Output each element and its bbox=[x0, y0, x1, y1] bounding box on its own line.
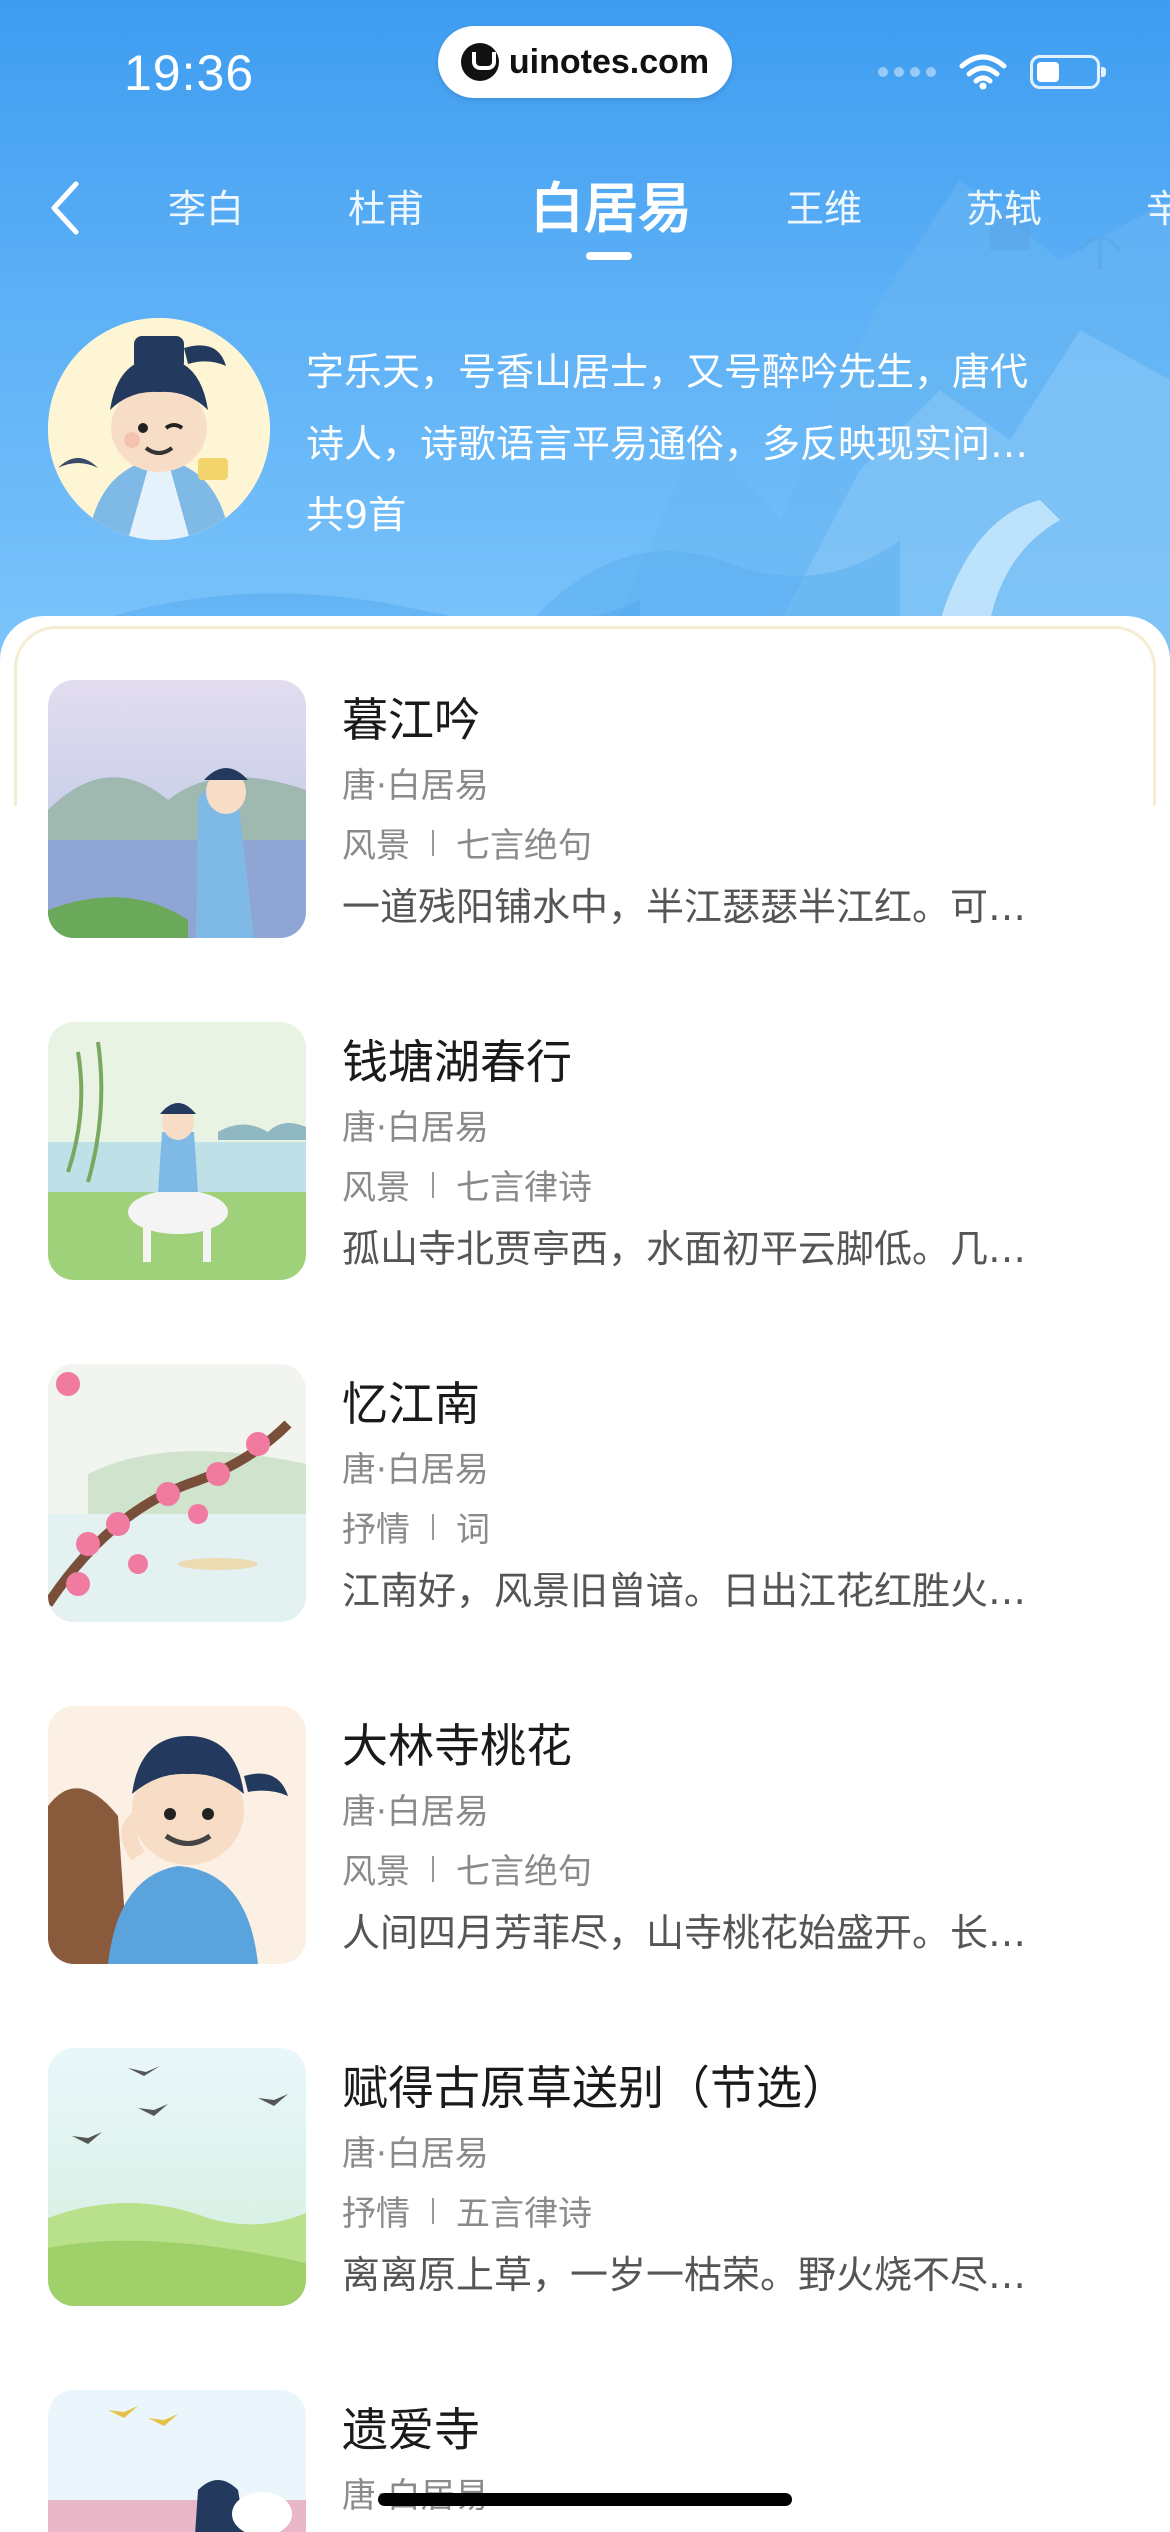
tab-li-bai[interactable]: 李白 bbox=[168, 178, 244, 233]
signal-icon bbox=[878, 67, 936, 77]
url-text: uinotes.com bbox=[508, 42, 710, 81]
poet-avatar bbox=[48, 318, 270, 540]
poem-thumbnail bbox=[48, 1364, 306, 1622]
poem-tags: 风景 七言绝句 bbox=[342, 1844, 592, 1893]
poem-author: 唐·白居易 bbox=[342, 1792, 489, 1832]
tab-xin[interactable]: 辛 bbox=[1146, 178, 1170, 233]
intro-line: 字乐天，号香山居士，又号醉吟先生，唐代 bbox=[306, 350, 1029, 394]
poem-excerpt: 一道残阳铺水中，半江瑟瑟半江红。可… bbox=[342, 885, 1027, 929]
poet-tabs: 李白 杜甫 白居易 王维 苏轼 辛 bbox=[0, 168, 1170, 268]
poem-author: 唐·白居易 bbox=[342, 1108, 489, 1148]
home-indicator bbox=[378, 2493, 792, 2506]
poem-theme: 抒情 bbox=[342, 1510, 410, 1550]
poem-form: 七言绝句 bbox=[456, 1852, 592, 1892]
poem-excerpt: 孤山寺北贾亭西，水面初平云脚低。几… bbox=[342, 1227, 1027, 1271]
poem-author: 唐·白居易 bbox=[342, 1450, 489, 1490]
poet-intro: 字乐天，号香山居士，又号醉吟先生，唐代 诗人，诗歌语言平易通俗，多反映现实问… bbox=[306, 336, 1106, 480]
active-tab-indicator bbox=[586, 252, 632, 260]
status-icons bbox=[878, 54, 1106, 90]
poem-title: 大林寺桃花 bbox=[342, 1719, 572, 1773]
poem-theme: 风景 bbox=[342, 1852, 410, 1892]
tab-wang-wei[interactable]: 王维 bbox=[786, 178, 862, 233]
poem-form: 七言律诗 bbox=[456, 1168, 592, 1208]
poem-excerpt: 人间四月芳菲尽，山寺桃花始盛开。长… bbox=[342, 1911, 1027, 1955]
poem-title: 钱塘湖春行 bbox=[342, 1035, 572, 1089]
poem-item[interactable]: 忆江南 唐·白居易 抒情 词 江南好，风景旧曾谙。日出江花红胜火… bbox=[48, 1364, 1128, 1624]
poem-author: 唐·白居易 bbox=[342, 2134, 489, 2174]
poem-theme: 风景 bbox=[342, 826, 410, 866]
poem-theme: 抒情 bbox=[342, 2194, 410, 2234]
tab-su-shi[interactable]: 苏轼 bbox=[966, 178, 1042, 233]
poem-form: 五言律诗 bbox=[456, 2194, 592, 2234]
poem-form: 七言绝句 bbox=[456, 826, 592, 866]
divider bbox=[432, 1171, 434, 1198]
battery-icon bbox=[1030, 55, 1106, 89]
poem-item[interactable]: 钱塘湖春行 唐·白居易 风景 七言律诗 孤山寺北贾亭西，水面初平云脚低。几… bbox=[48, 1022, 1128, 1282]
poem-title: 暮江吟 bbox=[342, 693, 480, 747]
poem-item[interactable]: 遗爱寺 唐·白居易 bbox=[48, 2390, 1128, 2532]
poem-tags: 风景 七言律诗 bbox=[342, 1160, 592, 1209]
poem-form: 词 bbox=[456, 1510, 490, 1550]
divider bbox=[432, 1855, 434, 1882]
intro-line: 诗人，诗歌语言平易通俗，多反映现实问… bbox=[306, 422, 1029, 466]
poem-title: 赋得古原草送别（节选） bbox=[342, 2061, 848, 2115]
divider bbox=[432, 1513, 434, 1540]
divider bbox=[432, 829, 434, 856]
poem-item[interactable]: 大林寺桃花 唐·白居易 风景 七言绝句 人间四月芳菲尽，山寺桃花始盛开。长… bbox=[48, 1706, 1128, 1966]
poem-tags: 抒情 五言律诗 bbox=[342, 2186, 592, 2235]
divider bbox=[432, 2197, 434, 2224]
poem-item[interactable]: 赋得古原草送别（节选） 唐·白居易 抒情 五言律诗 离离原上草，一岁一枯荣。野火… bbox=[48, 2048, 1128, 2308]
poem-theme: 风景 bbox=[342, 1168, 410, 1208]
poem-title: 忆江南 bbox=[342, 1377, 480, 1431]
poem-tags: 抒情 词 bbox=[342, 1502, 490, 1551]
poet-header: 19:36 uinotes.com 李白 杜甫 白居易 王维 苏轼 辛 字乐天，… bbox=[0, 0, 1170, 660]
tab-du-fu[interactable]: 杜甫 bbox=[348, 178, 424, 233]
poem-tags: 风景 七言绝句 bbox=[342, 818, 592, 867]
wifi-icon bbox=[959, 54, 1007, 90]
poem-item[interactable]: 暮江吟 唐·白居易 风景 七言绝句 一道残阳铺水中，半江瑟瑟半江红。可… bbox=[48, 680, 1128, 940]
poem-title: 遗爱寺 bbox=[342, 2403, 480, 2457]
tab-bai-juyi[interactable]: 白居易 bbox=[530, 164, 692, 243]
poem-thumbnail bbox=[48, 1022, 306, 1280]
poem-excerpt: 离离原上草，一岁一枯荣。野火烧不尽… bbox=[342, 2253, 1027, 2297]
status-time: 19:36 bbox=[124, 45, 255, 101]
poem-thumbnail bbox=[48, 680, 306, 938]
url-badge: uinotes.com bbox=[438, 26, 732, 98]
uinotes-logo-icon bbox=[460, 43, 499, 81]
poem-excerpt: 江南好，风景旧曾谙。日出江花红胜火… bbox=[342, 1569, 1027, 1613]
poem-thumbnail bbox=[48, 2048, 306, 2306]
poem-thumbnail bbox=[48, 1706, 306, 1964]
poem-count: 共9首 bbox=[306, 493, 407, 537]
poem-thumbnail bbox=[48, 2390, 306, 2532]
poem-author: 唐·白居易 bbox=[342, 766, 489, 806]
